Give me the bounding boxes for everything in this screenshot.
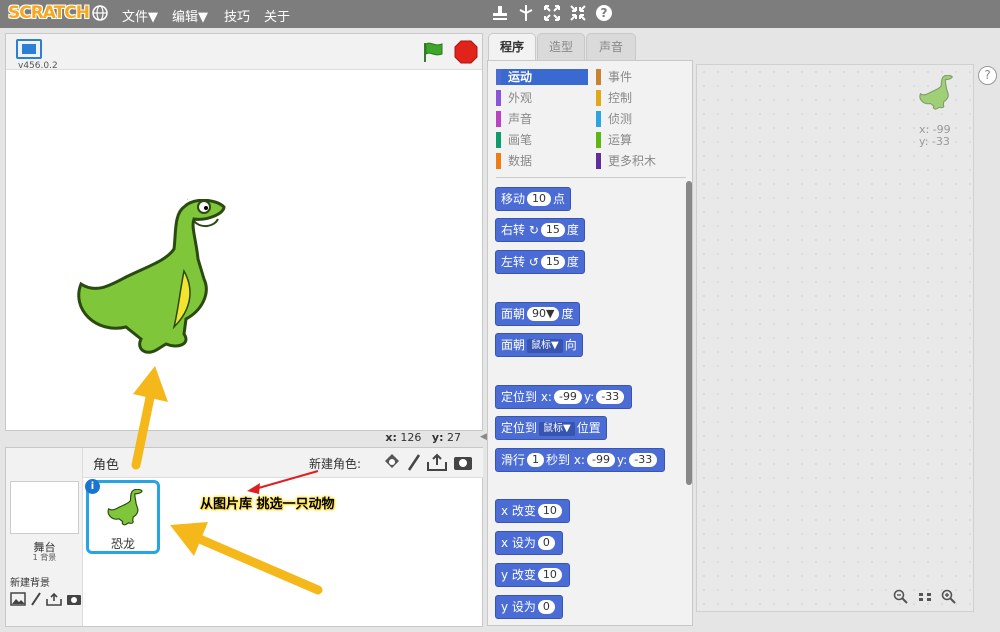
svg-text:?: ? [601, 6, 608, 20]
scripts-area[interactable]: x: -99 y: -33 [696, 64, 974, 612]
category-events[interactable]: 事件 [596, 69, 686, 85]
info-icon[interactable]: i [85, 479, 100, 494]
menu-about[interactable]: 关于 [264, 6, 290, 25]
palette-divider [496, 177, 686, 178]
tab-sounds[interactable]: 声音 [586, 33, 636, 60]
stage[interactable]: v456.0.2 [5, 33, 483, 431]
dinosaur-sprite[interactable] [66, 199, 236, 379]
category-sound[interactable]: 声音 [496, 111, 588, 127]
camera-icon[interactable] [66, 592, 82, 609]
block-turn-left[interactable]: 左转 ↺ 15 度 [495, 250, 585, 274]
sprites-heading: 角色 [93, 458, 120, 473]
sprite-name: 恐龙 [110, 537, 135, 551]
category-looks[interactable]: 外观 [496, 90, 588, 106]
category-pen[interactable]: 画笔 [496, 132, 588, 148]
palette-scrollbar[interactable] [686, 181, 692, 485]
fullscreen-icon[interactable] [16, 39, 42, 59]
block-move[interactable]: 移动 10 点 [495, 187, 572, 211]
zoom-out-icon[interactable] [892, 589, 910, 607]
green-flag-icon[interactable] [422, 41, 444, 66]
category-data[interactable]: 数据 [496, 153, 588, 169]
menu-bar: SCRATCH 文件▼ 编辑▼ 技巧 关于 ? [0, 0, 1000, 28]
turn-right-icon: ↻ [528, 223, 539, 237]
mouse-coords: x: 126 y: 27 [385, 431, 461, 444]
stage-header: v456.0.2 [6, 34, 482, 71]
brush-icon[interactable] [30, 592, 42, 609]
zoom-reset-icon[interactable] [916, 589, 934, 607]
upload-sprite-icon[interactable] [427, 453, 447, 474]
category-motion[interactable]: 运动 [496, 69, 588, 85]
menu-edit[interactable]: 编辑▼ [172, 6, 208, 25]
stage-thumbnail[interactable] [10, 481, 79, 534]
block-goto[interactable]: 定位到 鼠标▼ 位置 [495, 416, 607, 440]
block-set-x[interactable]: x 设为 0 [495, 531, 563, 555]
mouse-y-value: 27 [447, 431, 461, 444]
block-change-x[interactable]: x 改变 10 [495, 499, 570, 523]
scratch-logo[interactable]: SCRATCH [8, 3, 90, 23]
help-button[interactable]: ? [978, 66, 997, 85]
category-control[interactable]: 控制 [596, 90, 686, 106]
upload-icon[interactable] [46, 592, 62, 609]
sprites-header: 角色 新建角色: [83, 448, 483, 478]
menu-tips[interactable]: 技巧 [224, 6, 250, 25]
stage-column: 舞台 1 背景 新建背景 [6, 448, 83, 626]
turn-left-icon: ↺ [528, 255, 539, 269]
help-icon[interactable]: ? [594, 4, 614, 24]
sprite-preview-icon [919, 75, 953, 110]
sprite-y-label: y: -33 [919, 135, 950, 148]
block-goto-xy[interactable]: 定位到 x: -99 y: -33 [495, 385, 633, 409]
mouse-x-value: 126 [400, 431, 422, 444]
globe-icon[interactable] [90, 4, 110, 24]
new-backdrop-label: 新建背景 [10, 578, 50, 589]
block-point-towards[interactable]: 面朝 鼠标▼ 向 [495, 333, 583, 357]
sprite-library-icon[interactable] [383, 453, 401, 474]
stamp-icon[interactable] [490, 4, 510, 24]
new-sprite-tools [383, 453, 473, 474]
camera-sprite-icon[interactable] [453, 453, 473, 474]
tab-scripts[interactable]: 程序 [488, 33, 536, 61]
new-sprite-label: 新建角色: [309, 457, 362, 471]
menu-file[interactable]: 文件▼ [122, 6, 158, 25]
backdrop-tools [10, 592, 82, 609]
grow-icon[interactable] [542, 4, 562, 24]
category-sensing[interactable]: 侦测 [596, 111, 686, 127]
paint-sprite-icon[interactable] [407, 453, 421, 474]
category-operators[interactable]: 运算 [596, 132, 686, 148]
shrink-icon[interactable] [568, 4, 588, 24]
version-label: v456.0.2 [18, 61, 58, 71]
block-glide[interactable]: 滑行 1 秒到 x: -99 y: -33 [495, 448, 666, 472]
category-more-blocks[interactable]: 更多积木 [596, 153, 686, 169]
annotation-text: 从图片库 挑选一只动物 [200, 497, 335, 512]
block-set-y[interactable]: y 设为 0 [495, 595, 563, 619]
dinosaur-thumb [107, 489, 143, 526]
stop-icon[interactable] [454, 40, 478, 67]
cut-icon[interactable] [516, 4, 536, 24]
tab-costumes[interactable]: 造型 [537, 33, 585, 60]
block-palette: 运动 事件 外观 控制 声音 侦测 画笔 运算 数据 更多积木 移动 10 点 右转… [487, 60, 693, 626]
block-turn-right[interactable]: 右转 ↻ 15 度 [495, 218, 585, 242]
paint-library-icon[interactable] [10, 592, 26, 609]
block-point-direction[interactable]: 面朝 90▼ 度 [495, 302, 580, 326]
sprite-thumbnail-dinosaur[interactable]: i 恐龙 [85, 479, 160, 554]
sprites-panel: 舞台 1 背景 新建背景 角色 新建角色: i 恐龙 [5, 447, 483, 627]
backdrop-count: 1 背景 [32, 553, 57, 562]
zoom-in-icon[interactable] [940, 589, 958, 607]
block-change-y[interactable]: y 改变 10 [495, 563, 570, 587]
